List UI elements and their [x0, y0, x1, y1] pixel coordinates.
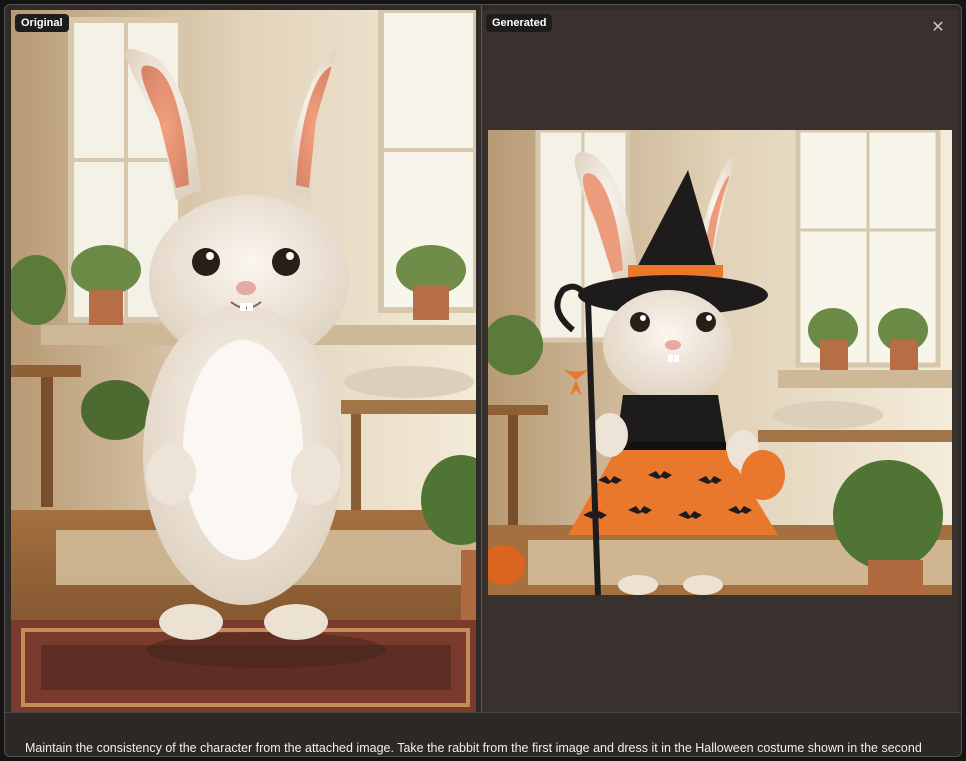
original-panel: Original [11, 10, 476, 715]
generated-panel: Generated ✕ [482, 10, 958, 715]
prompt-text: Maintain the consistency of the characte… [25, 741, 925, 755]
generated-image [488, 130, 952, 595]
prompt-caption: Maintain the consistency of the characte… [5, 712, 961, 756]
comparison-modal: Original Generated ✕ Maintain the consis… [4, 4, 962, 757]
generated-badge: Generated [486, 14, 553, 32]
original-badge: Original [15, 14, 69, 32]
close-icon[interactable]: ✕ [930, 20, 946, 36]
original-image [11, 10, 476, 715]
